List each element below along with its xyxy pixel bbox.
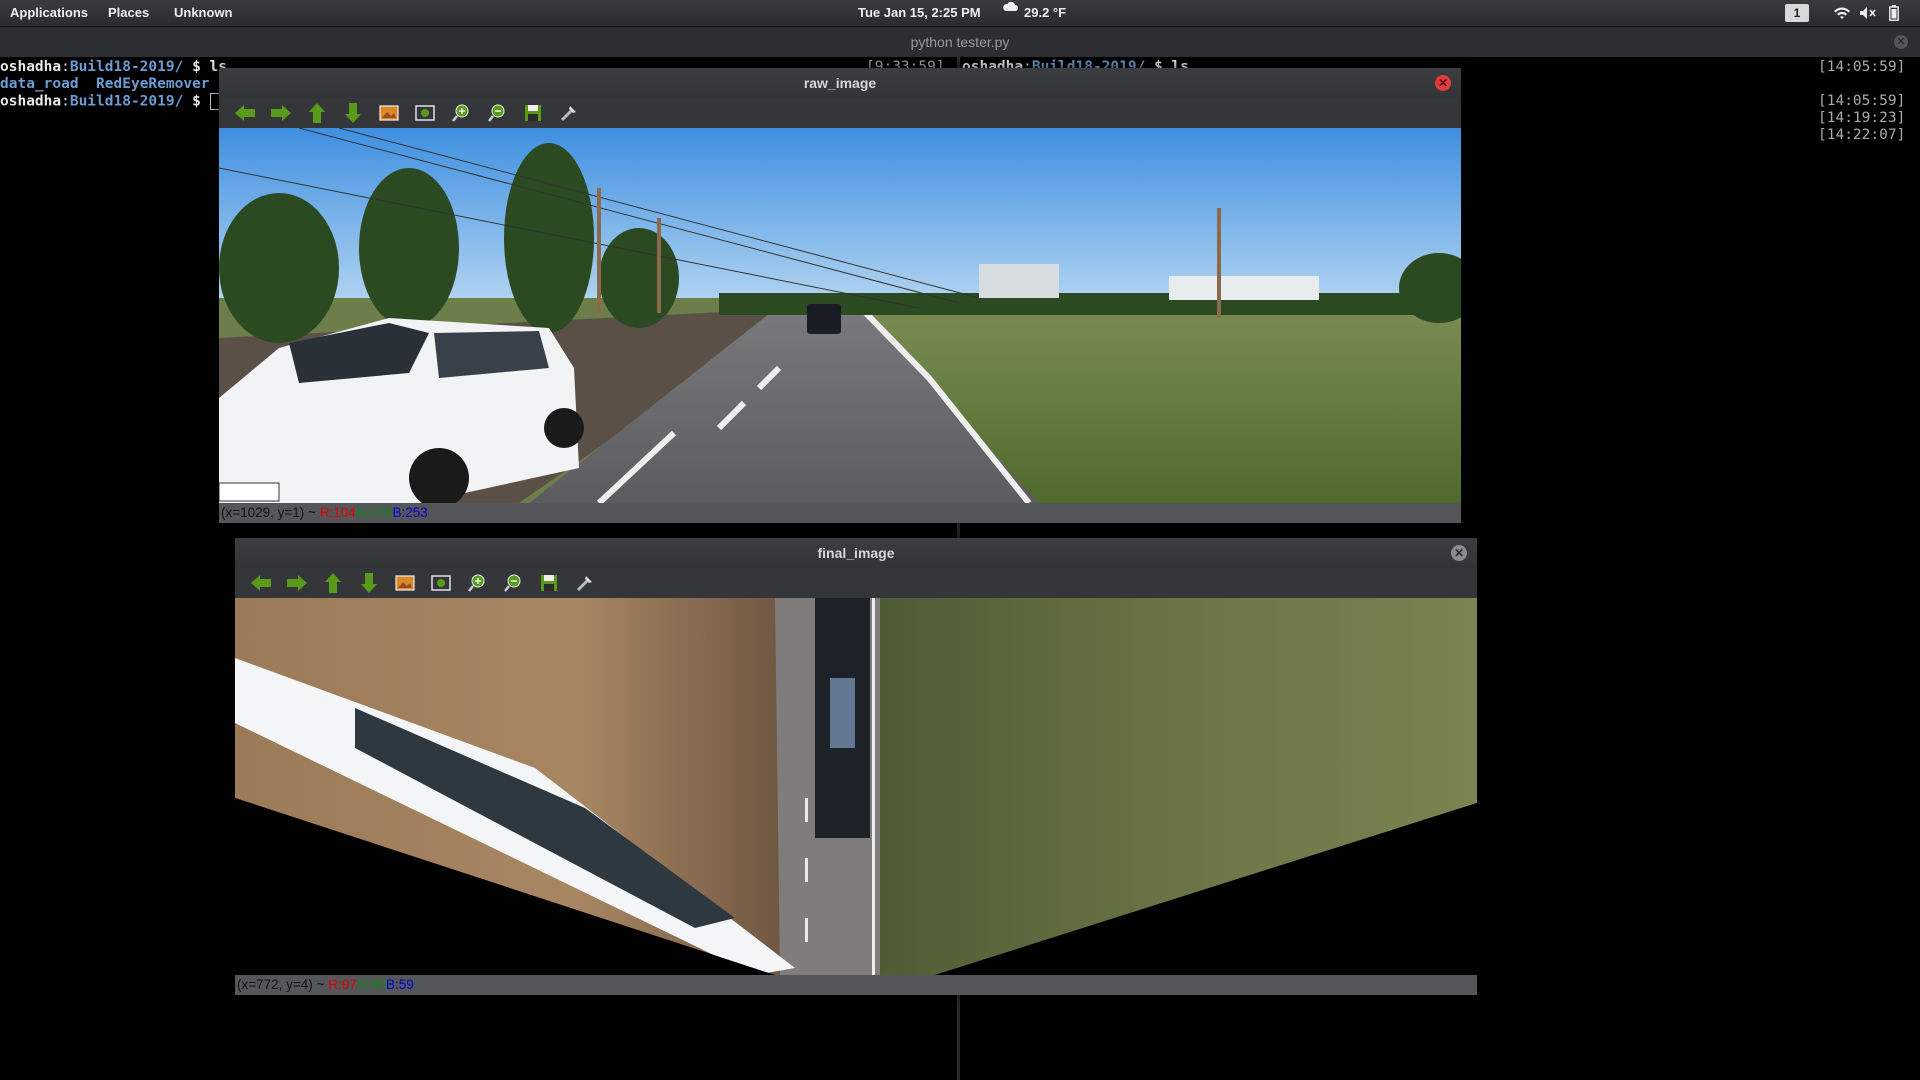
pixel-red: R:104 (319, 505, 356, 520)
save-icon[interactable] (515, 99, 551, 127)
top-panel: Applications Places Unknown Tue Jan 15, … (0, 0, 1920, 27)
zoom-in-icon[interactable] (443, 99, 479, 127)
arrow-right-icon[interactable] (263, 99, 299, 127)
terminal-titlebar: python tester.py ✕ (0, 27, 1920, 57)
terminal-close-icon[interactable]: ✕ (1894, 35, 1908, 49)
battery-icon[interactable] (1884, 3, 1904, 23)
properties-icon[interactable] (551, 99, 587, 127)
image-icon[interactable] (371, 99, 407, 127)
raw-image-toolbar (219, 98, 1461, 128)
fit-window-icon[interactable] (407, 99, 443, 127)
arrow-up-icon[interactable] (315, 569, 351, 597)
window-title: final_image (817, 545, 895, 561)
app-menu[interactable]: Unknown (174, 0, 233, 26)
terminal-title: python tester.py (910, 34, 1010, 50)
image-icon[interactable] (387, 569, 423, 597)
arrow-down-icon[interactable] (351, 569, 387, 597)
zoom-in-icon[interactable] (459, 569, 495, 597)
wifi-icon[interactable] (1832, 3, 1852, 23)
zoom-out-icon[interactable] (479, 99, 515, 127)
birds-eye-photo (235, 598, 1477, 975)
arrow-left-icon[interactable] (227, 99, 263, 127)
window-title: raw_image (803, 75, 877, 91)
volume-muted-icon[interactable] (1858, 3, 1878, 23)
timestamp: [14:05:59] (1818, 59, 1906, 75)
temperature-label: 29.2 °F (1024, 5, 1067, 20)
arrow-down-icon[interactable] (335, 99, 371, 127)
save-icon[interactable] (531, 569, 567, 597)
final-image-toolbar (235, 568, 1477, 598)
terminal-line: oshadha:Build18-2019/ $ (0, 93, 220, 111)
cloud-icon (1003, 1, 1018, 11)
pixel-green: G:176 (355, 505, 393, 520)
raw-image-statusbar: (x=1029, y=1) ~ R:104G:176B:253 (219, 503, 1461, 523)
pixel-green: G:80 (356, 977, 386, 992)
close-icon[interactable]: ✕ (1451, 545, 1467, 561)
properties-icon[interactable] (567, 569, 603, 597)
terminal-line: data_road RedEyeRemover (0, 76, 210, 92)
pixel-coords: (x=772, y=4) ~ (237, 977, 329, 992)
places-menu[interactable]: Places (108, 0, 149, 26)
road-photo (219, 128, 1461, 503)
timestamp: [14:05:59] (1818, 93, 1906, 109)
pixel-coords: (x=1029, y=1) ~ (221, 505, 320, 520)
weather-indicator[interactable]: 29.2 °F (1002, 0, 1066, 26)
final-image-view[interactable] (235, 598, 1477, 975)
pixel-blue: B:59 (386, 977, 414, 992)
close-icon[interactable]: ✕ (1435, 75, 1451, 91)
applications-menu[interactable]: Applications (10, 0, 88, 26)
final-image-titlebar[interactable]: final_image ✕ (235, 538, 1477, 568)
fit-window-icon[interactable] (423, 569, 459, 597)
raw-image-titlebar[interactable]: raw_image ✕ (219, 68, 1461, 98)
arrow-up-icon[interactable] (299, 99, 335, 127)
timestamp: [14:22:07] (1818, 127, 1906, 143)
raw-image-window: raw_image ✕ (x=1029, y=1) ~ R:104G:176B:… (219, 68, 1461, 523)
zoom-out-icon[interactable] (495, 569, 531, 597)
clock[interactable]: Tue Jan 15, 2:25 PM (858, 0, 981, 26)
workspace-switcher[interactable]: 1 (1785, 4, 1809, 22)
final-image-statusbar: (x=772, y=4) ~ R:97G:80B:59 (235, 975, 1477, 995)
pixel-blue: B:253 (392, 505, 428, 520)
raw-image-view[interactable] (219, 128, 1461, 503)
terminal-line: oshadha:Build18-2019/ $ ls (0, 59, 227, 75)
final-image-window: final_image ✕ (x=772, y=4) ~ R:97G:80B:5… (235, 538, 1477, 995)
arrow-right-icon[interactable] (279, 569, 315, 597)
pixel-red: R:97 (328, 977, 357, 992)
timestamp: [14:19:23] (1818, 110, 1906, 126)
arrow-left-icon[interactable] (243, 569, 279, 597)
